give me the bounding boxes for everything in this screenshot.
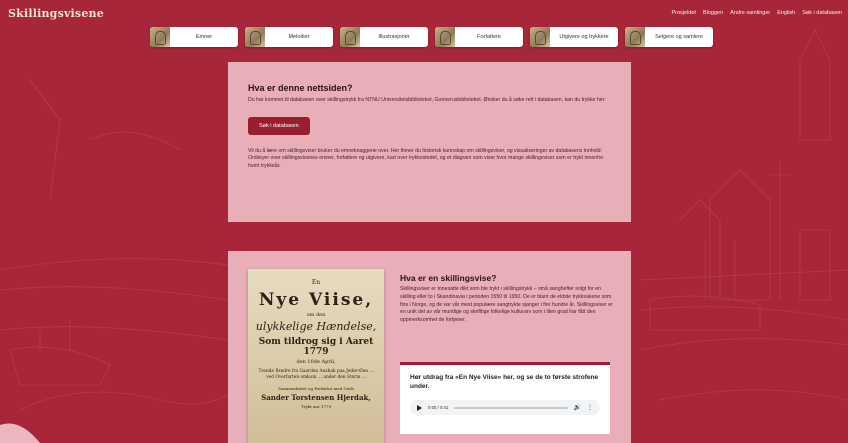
nav-link-project[interactable]: Prosjektet: [672, 10, 696, 16]
topics-thumbnail: [150, 27, 170, 47]
audio-player[interactable]: 0:00 / 0:41 🔊 ⋮: [410, 400, 600, 415]
audio-title: Hør utdrag fra «En Nye Viise» her, og se…: [410, 374, 599, 390]
category-authors[interactable]: Forfattere: [435, 27, 523, 47]
broadside-line: den 10de April,: [296, 359, 336, 365]
skillingsvise-panel: En Nye Viise, om den ulykkelige Hændelse…: [228, 251, 631, 443]
nav-link-blog[interactable]: Bloggen: [703, 10, 723, 16]
nav-link-search-database[interactable]: Søk i databasen: [802, 10, 842, 16]
top-bar: Skillingsvisene Prosjektet Bloggen Andre…: [0, 0, 848, 26]
intro-title: Hva er denne nettsiden?: [248, 83, 353, 93]
broadside-image: En Nye Viise, om den ulykkelige Hændelse…: [248, 269, 384, 443]
category-label: Selgere og samlere: [655, 34, 703, 40]
category-label: Forfattere: [477, 34, 501, 40]
broadside-title: Nye Viise,: [258, 290, 374, 310]
broadside-line: ulykkelige Hændelse,: [255, 320, 377, 333]
play-icon[interactable]: [417, 404, 422, 411]
audio-time: 0:00 / 0:41: [428, 405, 449, 410]
category-label: Emner: [195, 34, 213, 40]
category-bar: Emner Melodier Illustrasjoner Forfattere…: [150, 27, 713, 47]
broadside-line: Trykt aar 1779: [300, 404, 332, 409]
intro-more-text: Vil du å lære om skillingsviser bruker d…: [248, 147, 604, 169]
skillingsvise-title: Hva er en skillingsvise?: [400, 273, 497, 283]
site-logo[interactable]: Skillingsvisene: [8, 7, 104, 20]
melodies-thumbnail: [245, 27, 265, 47]
skillingsvise-text: Skillingsviser er tonesatte dikt som ble…: [400, 286, 613, 324]
broadside-line: En: [311, 279, 321, 286]
broadside-line: om den: [306, 312, 326, 318]
authors-thumbnail: [435, 27, 455, 47]
broadside-author: Sander Torstensen Hjerdak,: [261, 393, 371, 402]
volume-icon[interactable]: 🔊: [574, 404, 581, 411]
broadside-body: Trende Brødre fra Gaarden Ausbak paa Jed…: [258, 369, 374, 380]
broadside-line: Som tildrog sig i Aaret 1779: [258, 337, 374, 357]
publishers-thumbnail: [530, 27, 550, 47]
audio-card: Hør utdrag fra «En Nye Viise» her, og se…: [400, 362, 610, 434]
more-options-icon[interactable]: ⋮: [587, 404, 593, 411]
nav-link-other-collections[interactable]: Andre samlinger: [730, 10, 770, 16]
audio-progress-bar[interactable]: [454, 406, 568, 409]
category-label: Utgivere og trykkere: [559, 34, 609, 40]
category-publishers-printers[interactable]: Utgivere og trykkere: [530, 27, 618, 47]
intro-text: Du har kommet til databasen over skillin…: [248, 97, 606, 103]
skillingsvise-text-block: Hva er en skillingsvise? Skillingsviser …: [400, 273, 614, 325]
category-sellers-collectors[interactable]: Selgere og samlere: [625, 27, 713, 47]
intro-panel: Hva er denne nettsiden? Du har kommet ti…: [228, 62, 631, 222]
category-label: Melodier: [288, 34, 310, 40]
sellers-thumbnail: [625, 27, 645, 47]
nav-link-english[interactable]: English: [777, 10, 795, 16]
category-topics[interactable]: Emner: [150, 27, 238, 47]
category-illustrations[interactable]: Illustrasjoner: [340, 27, 428, 47]
category-label: Illustrasjoner: [378, 34, 410, 40]
illustrations-thumbnail: [340, 27, 360, 47]
broadside-line: Sammenfattet og Forfattet med Guds: [278, 386, 354, 391]
category-melodies[interactable]: Melodier: [245, 27, 333, 47]
search-database-button[interactable]: Søk i databasen: [248, 116, 310, 135]
top-navigation: Prosjektet Bloggen Andre samlinger Engli…: [672, 10, 843, 16]
